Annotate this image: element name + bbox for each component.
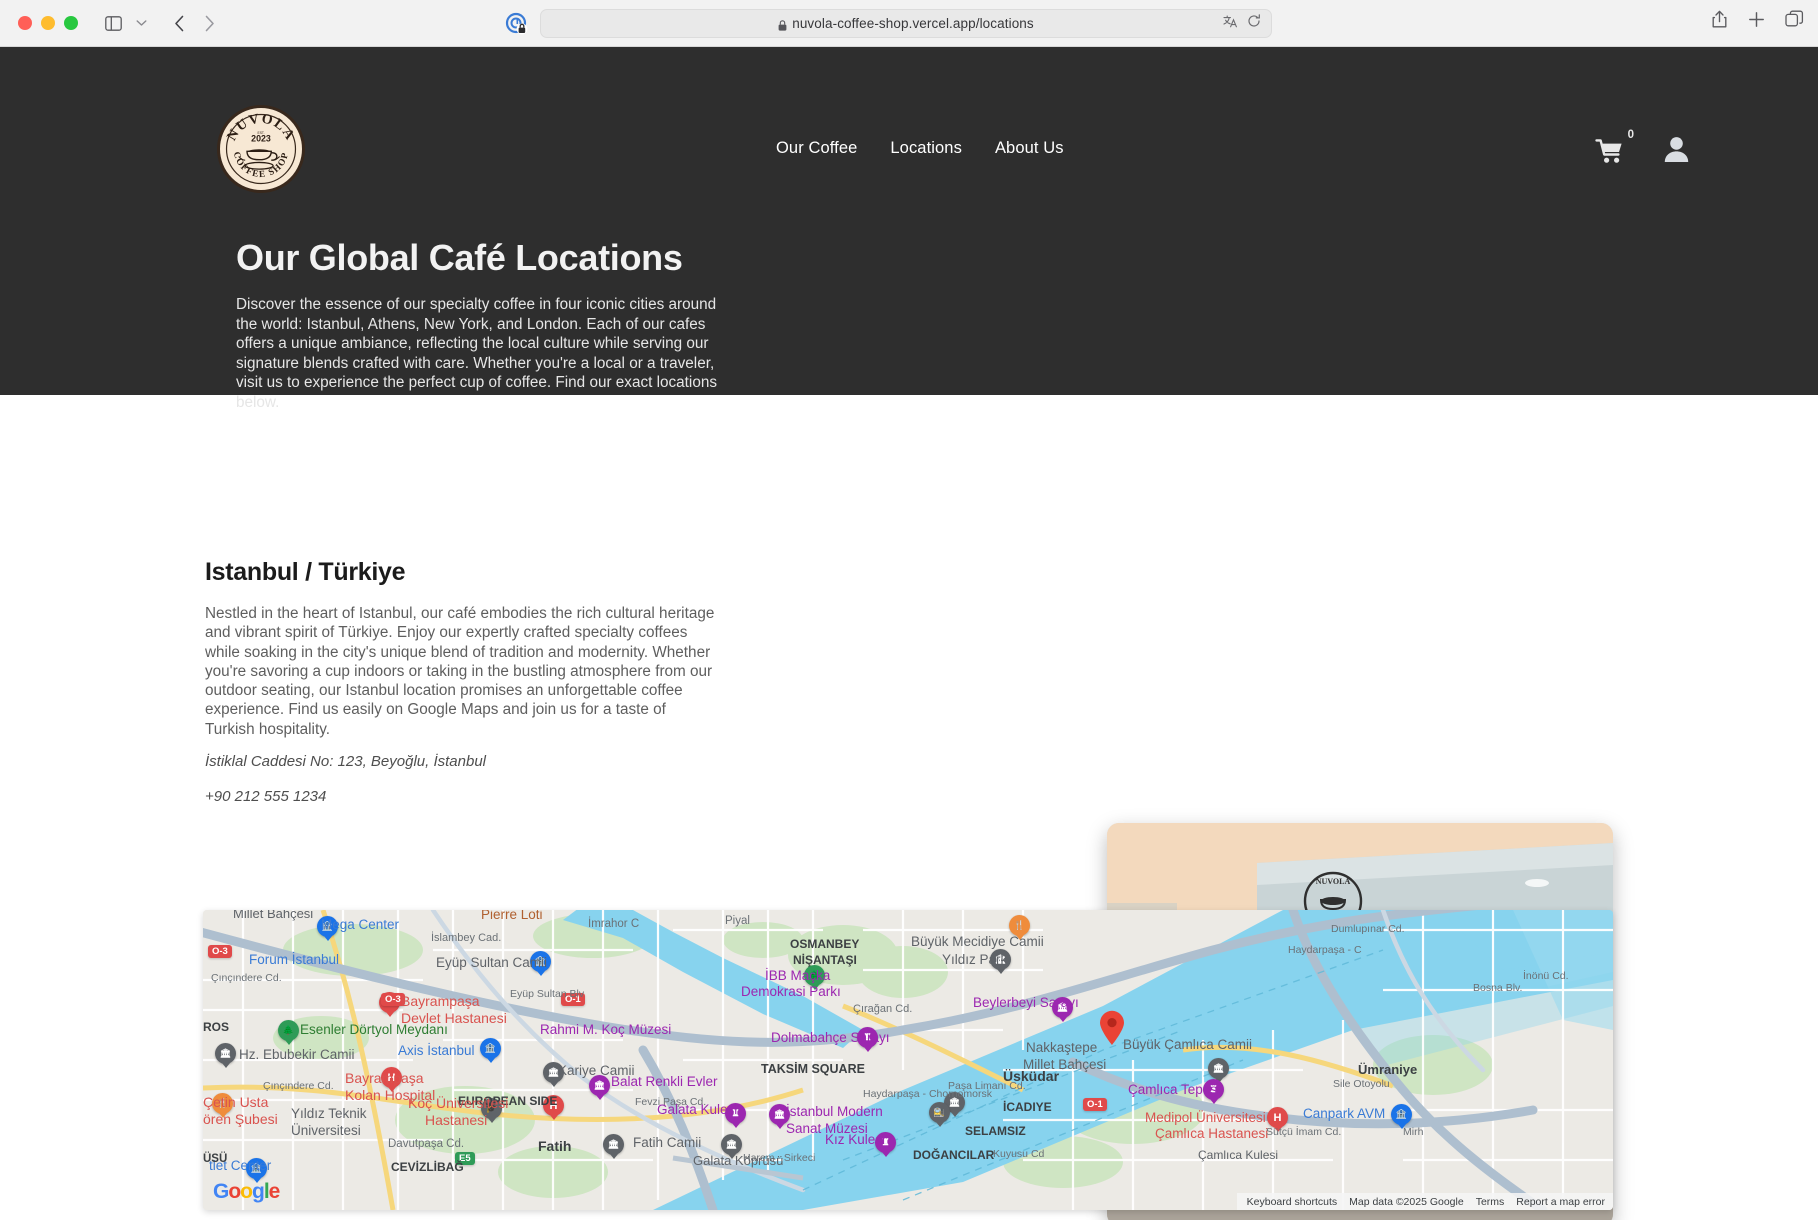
- site-logo[interactable]: NUVOLA COFFEE SHOP 2023 EST.: [217, 105, 305, 193]
- sidebar-icon[interactable]: [100, 10, 126, 36]
- nav-item-about-us[interactable]: About Us: [995, 139, 1064, 158]
- account-button[interactable]: [1663, 135, 1690, 168]
- share-icon[interactable]: [1711, 9, 1728, 34]
- window-traffic-lights[interactable]: [18, 16, 78, 30]
- google-logo-o2: o: [240, 1180, 253, 1203]
- map-poi-marker[interactable]: 🎓: [481, 1098, 502, 1119]
- map-poi-marker[interactable]: H: [1267, 1107, 1288, 1128]
- map-poi-marker[interactable]: 🏛: [769, 1104, 790, 1125]
- primary-navigation: Our Coffee Locations About Us: [776, 139, 1064, 158]
- map-road-shield: E5: [455, 1152, 475, 1165]
- map-poi-marker[interactable]: 🏛: [721, 1134, 742, 1155]
- minimize-window-button[interactable]: [41, 16, 55, 30]
- google-logo-g1: G: [213, 1180, 229, 1203]
- forward-arrow-icon[interactable]: [196, 10, 222, 36]
- page-title: Our Global Café Locations: [236, 237, 683, 278]
- map-poi-marker[interactable]: 🏦: [1391, 1104, 1412, 1125]
- map-poi-marker[interactable]: 🏛: [1208, 1058, 1229, 1079]
- map-poi-marker[interactable]: ♜: [1203, 1079, 1224, 1100]
- map-data-text: Map data ©2025 Google: [1349, 1195, 1464, 1208]
- map-poi-marker[interactable]: 🏛: [215, 1043, 236, 1064]
- page-viewport: NUVOLA COFFEE SHOP 2023 EST. Our Coffee …: [0, 47, 1818, 1220]
- browser-actions: [1711, 9, 1804, 34]
- map-attribution: Keyboard shortcuts Map data ©2025 Google…: [1236, 1193, 1613, 1210]
- google-logo-e: e: [268, 1180, 281, 1203]
- report-map-error-link[interactable]: Report a map error: [1516, 1196, 1605, 1208]
- svg-text:EST.: EST.: [257, 131, 264, 135]
- map-poi-marker[interactable]: H: [543, 1095, 564, 1116]
- chevron-down-icon[interactable]: [128, 10, 154, 36]
- map-road-shield: O-1: [561, 993, 585, 1006]
- browser-toolbar: nuvola-coffee-shop.vercel.app/locations: [0, 0, 1818, 47]
- hero-section: NUVOLA COFFEE SHOP 2023 EST. Our Coffee …: [0, 47, 1818, 411]
- map-poi-marker[interactable]: 🏦: [246, 1158, 267, 1179]
- map-poi-marker[interactable]: 🏦: [317, 916, 338, 937]
- map-poi-marker[interactable]: ♜: [725, 1103, 746, 1124]
- translate-icon[interactable]: [1223, 14, 1238, 33]
- map-road-shield: O-1: [1083, 1098, 1107, 1111]
- user-icon: [1664, 137, 1689, 162]
- map-canvas: [203, 910, 1613, 1210]
- nav-item-locations[interactable]: Locations: [890, 139, 962, 158]
- map-poi-marker[interactable]: H: [381, 1067, 402, 1088]
- map-poi-marker[interactable]: 🏛: [1052, 997, 1073, 1018]
- map-poi-marker[interactable]: 🌲: [804, 965, 825, 986]
- google-watermark: Google: [213, 1180, 281, 1204]
- reload-icon[interactable]: [1247, 14, 1261, 33]
- location-description: Nestled in the heart of Istanbul, our ca…: [205, 605, 715, 738]
- header-actions: 0: [1595, 129, 1690, 168]
- privacy-shield-icon[interactable]: [505, 12, 529, 36]
- lock-icon: [778, 18, 787, 31]
- map-poi-marker[interactable]: 🍴: [1009, 915, 1030, 936]
- map-poi-marker[interactable]: 🏦: [480, 1038, 501, 1059]
- maximize-window-button[interactable]: [64, 16, 78, 30]
- tab-overview-icon[interactable]: [1785, 10, 1804, 33]
- address-bar[interactable]: nuvola-coffee-shop.vercel.app/locations: [540, 9, 1272, 38]
- plus-icon[interactable]: [1748, 11, 1765, 33]
- map-poi-marker[interactable]: ♜: [875, 1132, 896, 1153]
- map-poi-marker[interactable]: 🏦: [530, 951, 551, 972]
- location-phone: +90 212 555 1234: [205, 788, 327, 805]
- nav-item-our-coffee[interactable]: Our Coffee: [776, 139, 857, 158]
- google-logo-o1: o: [228, 1180, 241, 1203]
- back-arrow-icon[interactable]: [166, 10, 192, 36]
- terms-link[interactable]: Terms: [1476, 1196, 1505, 1208]
- map-poi-marker[interactable]: 🌲: [278, 1020, 299, 1041]
- map-poi-marker[interactable]: 🏛: [543, 1062, 564, 1083]
- map-road-shield: O-3: [381, 993, 405, 1006]
- hero-description: Discover the essence of our specialty co…: [236, 296, 717, 411]
- map-poi-marker[interactable]: 🏛: [990, 949, 1011, 970]
- map-poi-marker[interactable]: 🚉: [929, 1102, 950, 1123]
- cart-button[interactable]: 0: [1595, 129, 1634, 166]
- map-poi-marker[interactable]: 🍴: [212, 1093, 233, 1114]
- keyboard-shortcuts-link[interactable]: Keyboard shortcuts: [1247, 1196, 1337, 1208]
- map-poi-marker[interactable]: 🏛: [589, 1075, 610, 1096]
- location-marker-pin[interactable]: [1099, 1010, 1125, 1046]
- cart-icon: [1595, 138, 1622, 163]
- location-address: İstiklal Caddesi No: 123, Beyoğlu, İstan…: [205, 753, 486, 770]
- url-text: nuvola-coffee-shop.vercel.app/locations: [792, 16, 1034, 31]
- close-window-button[interactable]: [18, 16, 32, 30]
- map-road-shield: O-3: [208, 945, 232, 958]
- cart-count-badge: 0: [1627, 128, 1634, 141]
- location-title: Istanbul / Türkiye: [205, 558, 406, 586]
- google-map[interactable]: 🏦🏦🍴H🏛🌲🌲🏛🏛🏦♜🏛♜🏛H🏛🎓🏛🍴H🏛♜H♜🏛🏛🏦🏦🚉 O-3O-3O-1O…: [203, 910, 1613, 1210]
- map-poi-marker[interactable]: ♜: [857, 1027, 878, 1048]
- map-poi-marker[interactable]: 🏛: [603, 1134, 624, 1155]
- google-logo-g2: g: [252, 1180, 265, 1203]
- svg-text:NUVOLA: NUVOLA: [1316, 877, 1351, 886]
